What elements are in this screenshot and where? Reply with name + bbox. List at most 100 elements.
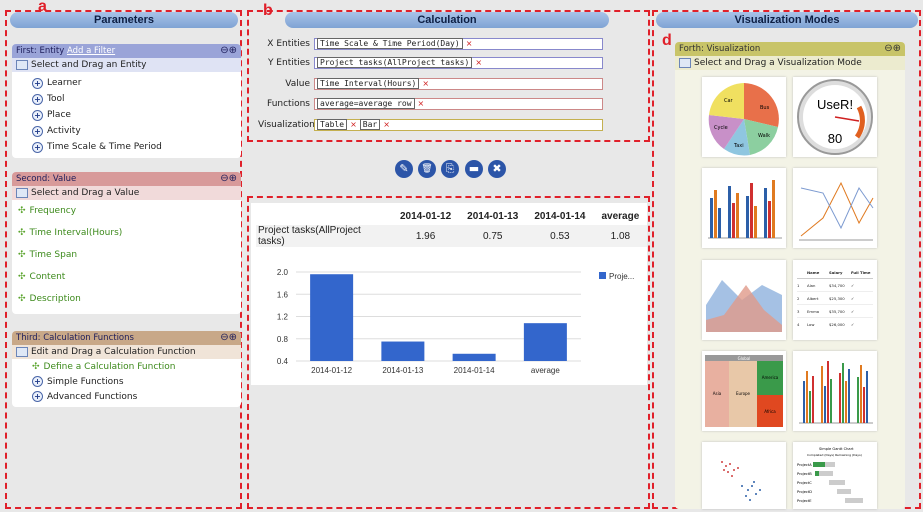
collapse-expand-icon[interactable]: ⊖⊕ [220,172,237,186]
plus-icon: + [32,376,43,387]
y-tick-label: 0.4 [277,357,289,366]
mini-table-cell: Albert [807,295,819,301]
table-header-row: 2014-01-12 2014-01-13 2014-01-14 average [256,208,648,225]
define-function-item[interactable]: ✣ Define a Calculation Function [32,359,241,374]
value-item-time-interval[interactable]: ✣ Time Interval(Hours) [18,222,241,244]
line-chart-mode[interactable] [793,168,877,248]
table-header-cell: 2014-01-13 [459,208,527,225]
delete-icon[interactable]: 🗑 [418,160,436,178]
value-item-label: Content [29,272,66,282]
gantt-row-label: ProjectB [797,472,812,476]
entity-item-label: Activity [47,126,81,136]
collapse-expand-icon[interactable]: ⊖⊕ [220,331,237,345]
scatter-mode[interactable] [702,442,786,509]
drag-handle-icon: ✣ [18,294,26,304]
value-dropzone[interactable]: Time Interval(Hours) × [314,77,603,90]
area-chart-mode[interactable] [702,260,786,340]
edit-icon[interactable]: ✎ [395,160,413,178]
x-entities-dropzone[interactable]: Time Scale & Time Period(Day) × [314,37,603,50]
entity-item-learner[interactable]: + Learner [32,75,241,91]
entity-subheader: Select and Drag an Entity [12,58,241,72]
mini-table-row: 2 Albert $25,300 ✓ [797,292,873,305]
value-item-content[interactable]: ✣ Content [18,266,241,288]
mini-table-cell: Low [807,321,815,327]
value-item-time-span[interactable]: ✣ Time Span [18,244,241,266]
field-chip: Project tasks(AllProject tasks) [317,57,473,68]
entity-item-place[interactable]: + Place [32,107,241,123]
visualization-sub-label: Select and Drag a Visualization Mode [694,58,862,68]
drag-handle-icon: ✣ [18,250,26,260]
treemap-mode[interactable]: Global Asia Europe America Africa [702,351,786,431]
mini-table-cell: 4 [797,321,800,327]
remove-chip-icon[interactable]: × [350,120,357,129]
remove-chip-icon[interactable]: × [422,79,429,88]
entity-item-tool[interactable]: + Tool [32,91,241,107]
mini-table-cell: 2 [797,295,800,301]
y-tick-label: 2.0 [277,268,289,277]
add-filter-link[interactable]: Add a Filter [67,46,115,56]
gauge-value: 80 [828,131,842,146]
multi-bar-thumbnail [799,361,873,424]
bar [452,353,496,361]
remove-chip-icon[interactable]: × [383,120,390,129]
bar-chart-mode[interactable] [702,168,786,248]
mini-table-cell: 1 [797,282,800,288]
collapse-expand-icon[interactable]: ⊖⊕ [884,42,901,56]
calc-sub-label: Edit and Drag a Calculation Function [31,347,196,357]
entity-item-activity[interactable]: + Activity [32,123,241,139]
mini-table-cell: ✓ [851,295,855,301]
table-mode[interactable]: Name Salary Full Time 1 Alan $34,700 ✓ 2 Alber… [793,260,877,340]
advanced-functions-item[interactable]: + Advanced Functions [32,389,241,404]
remove-chip-icon[interactable]: × [466,39,473,48]
calc-header: Third: Calculation Functions ⊖⊕ [12,331,241,345]
bar-chart-thumbnail [708,180,782,239]
simple-functions-item[interactable]: + Simple Functions [32,374,241,389]
functions-dropzone[interactable]: average=average row × [314,97,603,110]
entity-item-label: Place [47,110,71,120]
entity-item-time-scale[interactable]: + Time Scale & Time Period [32,139,241,155]
entity-item-label: Learner [47,78,82,88]
mini-table-row: 1 Alan $34,700 ✓ [797,279,873,292]
pie-chart-mode[interactable]: Car Bus Walk Taxi Cycle [702,77,786,157]
panel-icon [16,60,28,70]
value-item-frequency[interactable]: ✣ Frequency [18,200,241,222]
gantt-thumbnail: Simple Gantt Chart Completed (Days) Rema… [797,447,863,503]
mini-table-row: 3 Emma $35,700 ✓ [797,305,873,318]
results-table: 2014-01-12 2014-01-13 2014-01-14 average… [256,208,648,247]
gantt-mode[interactable]: Simple Gantt Chart Completed (Days) Rema… [793,442,877,509]
pie-label-bus: Bus [760,105,770,111]
close-icon[interactable]: ✖ [488,160,506,178]
value-item-label: Frequency [29,206,77,216]
area-chart-thumbnail [706,280,782,332]
collapse-expand-icon[interactable]: ⊖⊕ [220,44,237,58]
table-cell: 1.08 [610,230,631,242]
x-tick-label: 2014-01-12 [311,366,352,375]
value-subheader: Select and Drag a Value [12,186,241,200]
visualization-title: Visualization Modes [656,12,918,28]
visualization-header: Forth: Visualization ⊖⊕ [675,42,905,56]
field-chip: Table [317,119,348,130]
save-icon[interactable]: ▬ [465,160,483,178]
table-header-cell: 2014-01-14 [526,208,594,225]
mini-table-cell: Alan [807,282,816,288]
y-tick-label: 1.6 [277,290,289,299]
treemap-label: America [762,375,779,380]
value-label: Value [285,78,310,89]
multi-bar-mode[interactable] [793,351,877,431]
entity-sub-label: Select and Drag an Entity [31,60,147,70]
y-tick-label: 0.8 [277,335,289,344]
visualization-dropzone[interactable]: Table × Bar × [314,118,603,131]
copy-icon[interactable]: ⎘ [441,160,459,178]
drag-handle-icon: ✣ [18,272,26,282]
treemap-label: Africa [764,409,776,414]
plus-icon: + [32,93,43,105]
calculation-title: Calculation [285,12,609,28]
remove-chip-icon[interactable]: × [418,99,425,108]
value-sub-label: Select and Drag a Value [31,188,140,198]
value-item-description[interactable]: ✣ Description [18,288,241,310]
pie-chart-thumbnail: Car Bus Walk Taxi Cycle [708,83,779,156]
y-entities-dropzone[interactable]: Project tasks(AllProject tasks) × [314,56,603,69]
plus-icon: + [32,77,43,89]
remove-chip-icon[interactable]: × [475,58,482,67]
gauge-mode[interactable]: UseR! 80 [793,77,877,157]
